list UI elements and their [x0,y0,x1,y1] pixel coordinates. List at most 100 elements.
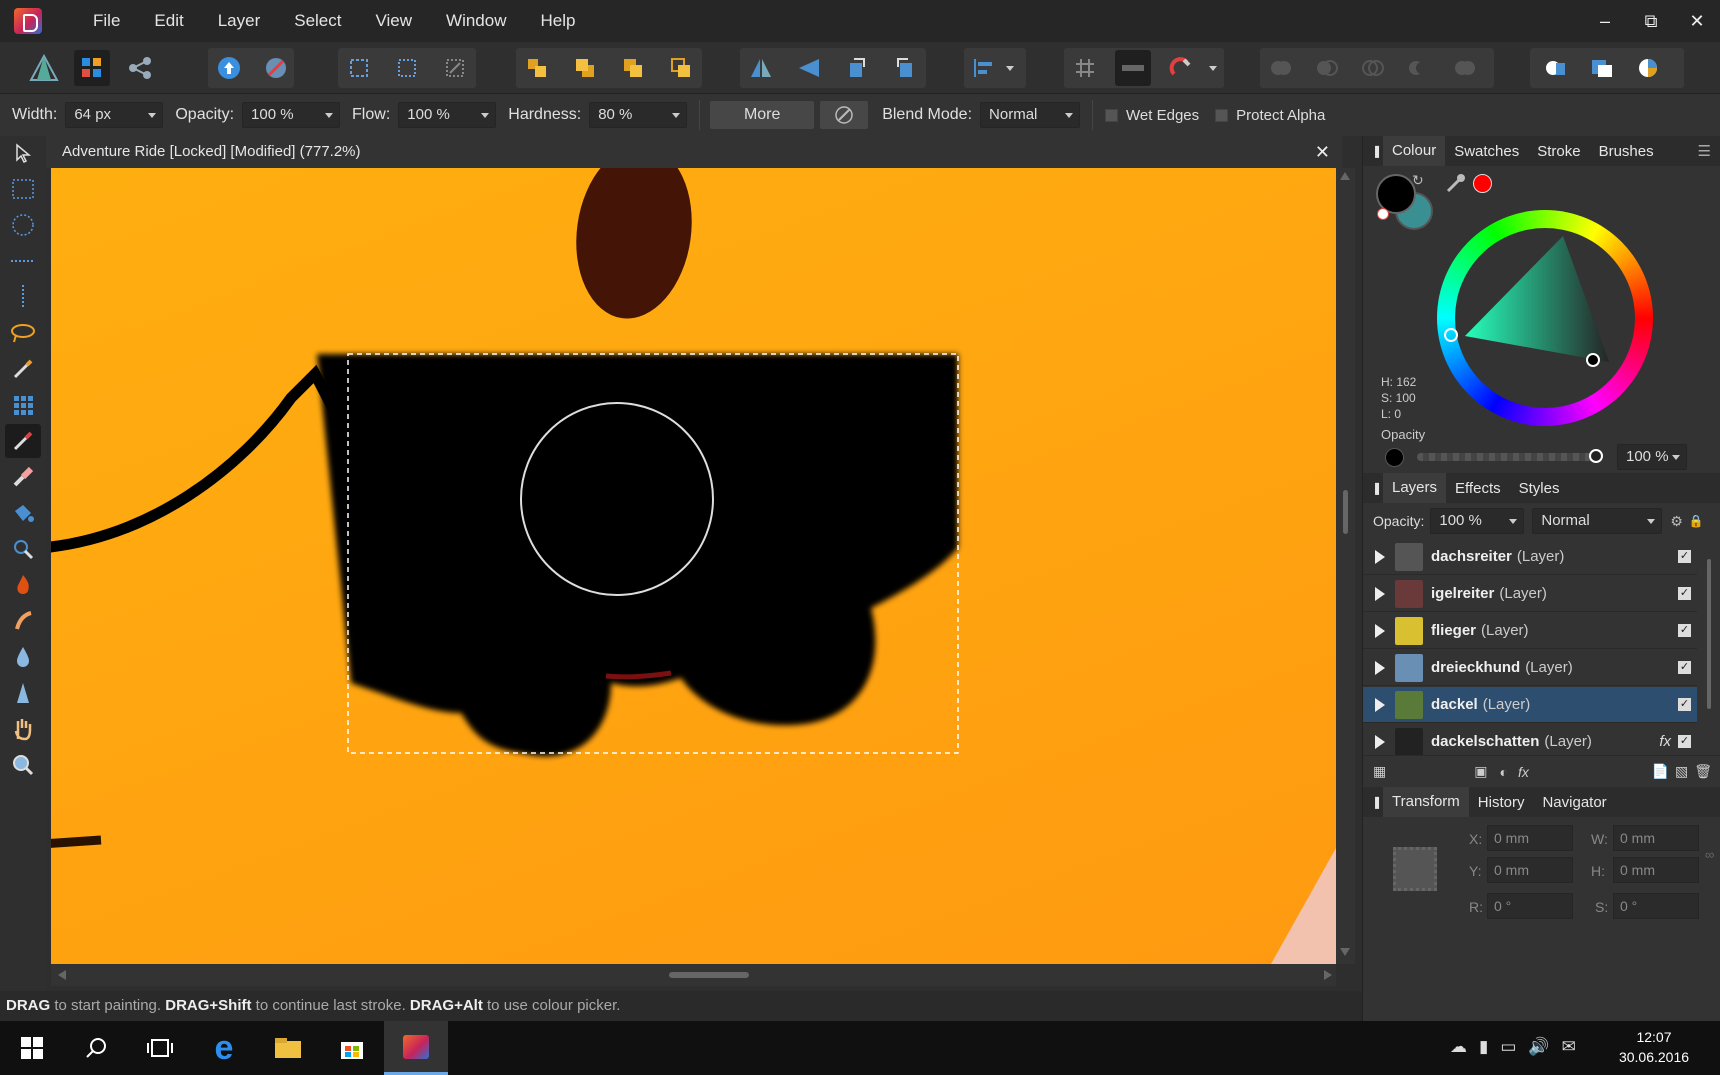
expand-icon[interactable] [1375,660,1385,675]
xor-icon[interactable] [1401,50,1437,86]
opacity-dropdown[interactable]: 100 % [242,102,341,128]
menu-select[interactable]: Select [277,0,358,42]
scroll-right-icon[interactable] [1324,970,1332,980]
colour-wheel[interactable] [1437,210,1653,426]
file-explorer-icon[interactable] [256,1021,320,1075]
tab-transform[interactable]: Transform [1383,787,1469,817]
opacity-slider[interactable] [1417,449,1603,463]
column-marquee-icon[interactable] [5,280,41,314]
layer-fx-icon[interactable]: fx [1518,764,1529,780]
rectangular-marquee-icon[interactable] [5,172,41,206]
search-icon[interactable] [64,1021,128,1075]
hardness-dropdown[interactable]: 80 % [589,102,688,128]
x-field[interactable]: 0 mm [1487,825,1573,851]
insert-top-icon[interactable] [1630,50,1666,86]
flip-horizontal-icon[interactable] [743,50,779,86]
brush-settings-button[interactable] [820,101,869,129]
baseline-grid-icon[interactable] [1115,50,1151,86]
photo-persona-icon[interactable] [26,50,62,86]
lock-icon[interactable]: 🔒 [1689,514,1704,528]
view-tool-icon[interactable] [5,712,41,746]
hue-handle[interactable] [1444,328,1458,342]
width-dropdown[interactable]: 64 px [65,102,164,128]
snapping-dropdown-icon[interactable] [1209,66,1217,71]
deselect-icon[interactable] [389,50,425,86]
colour-handle[interactable] [1586,353,1600,367]
layer-row-dackel[interactable]: dackel (Layer) ✓ [1363,687,1697,723]
divide-icon[interactable] [1447,50,1483,86]
export-persona-icon[interactable] [122,50,158,86]
anchor-selector-icon[interactable] [1393,847,1437,891]
new-layer-icon[interactable]: 📄 [1652,763,1669,780]
visibility-checkbox[interactable]: ✓ [1678,735,1691,748]
menu-help[interactable]: Help [524,0,593,42]
menu-layer[interactable]: Layer [201,0,278,42]
layers-scroll-thumb[interactable] [1707,559,1711,709]
expand-icon[interactable] [1375,586,1385,601]
clock[interactable]: 12:07 30.06.2016 [1612,1027,1696,1067]
smudge-brush-icon[interactable] [5,604,41,638]
layer-opacity-dropdown[interactable]: 100 % [1430,508,1525,534]
tab-layers[interactable]: Layers [1383,473,1447,503]
panel-grip-icon[interactable]: ❚❚ [1363,144,1392,158]
wet-edges-checkbox[interactable] [1105,108,1119,122]
pixel-persona-icon[interactable] [74,50,110,86]
power-icon[interactable]: ▮ [1479,1037,1488,1057]
tab-navigator[interactable]: Navigator [1533,794,1615,811]
store-icon[interactable] [320,1021,384,1075]
flip-vertical-icon[interactable] [791,50,827,86]
layer-blend-dropdown[interactable]: Normal [1532,508,1663,534]
close-document-icon[interactable]: ✕ [1315,136,1330,168]
fx-icon[interactable]: fx [1659,733,1671,750]
menu-edit[interactable]: Edit [137,0,200,42]
tab-brushes[interactable]: Brushes [1590,143,1663,160]
opacity-slider-handle[interactable] [1589,449,1603,463]
row-marquee-icon[interactable] [5,244,41,278]
insert-inside-icon[interactable] [1584,50,1620,86]
network-icon[interactable]: ▭ [1500,1037,1516,1057]
mask-layer-icon[interactable]: ▣ [1474,763,1487,780]
scroll-up-icon[interactable] [1340,172,1350,180]
layer-settings-icon[interactable]: ⚙ [1670,513,1683,530]
layer-stack-icon[interactable]: ▦ [1373,763,1386,780]
colour-opacity-field[interactable]: 100 % [1617,444,1687,470]
paint-brush-tool-icon[interactable] [5,424,41,458]
delete-layer-icon[interactable]: 🗑 [1694,763,1712,780]
upload-icon[interactable] [211,50,247,86]
close-icon[interactable]: ✕ [1674,0,1720,42]
move-to-front-icon[interactable] [663,50,699,86]
move-forward-one-icon[interactable] [615,50,651,86]
canvas[interactable] [51,168,1336,964]
move-back-one-icon[interactable] [567,50,603,86]
visibility-checkbox[interactable]: ✓ [1678,550,1691,563]
menu-view[interactable]: View [358,0,429,42]
panel-grip-icon[interactable]: ❚❚ [1363,481,1392,495]
align-icon[interactable] [967,50,1003,86]
selection-brush-icon[interactable] [5,352,41,386]
swap-colours-icon[interactable]: ↻ [1412,172,1424,189]
tab-effects[interactable]: Effects [1446,480,1510,497]
flow-dropdown[interactable]: 100 % [398,102,497,128]
vertical-scrollbar[interactable] [1336,168,1355,964]
align-dropdown-icon[interactable] [1006,66,1014,71]
layer-row-dreieckhund[interactable]: dreieckhund (Layer) ✓ [1363,650,1697,686]
tab-colour[interactable]: Colour [1383,136,1446,166]
more-button[interactable]: More [710,101,815,129]
no-colour-icon[interactable] [1377,208,1389,220]
tab-styles[interactable]: Styles [1510,480,1569,497]
scroll-left-icon[interactable] [58,970,66,980]
add-icon[interactable] [1263,50,1299,86]
visibility-checkbox[interactable]: ✓ [1678,587,1691,600]
panel-menu-icon[interactable]: ☰ [1689,142,1720,160]
rotate-right-icon[interactable] [887,50,923,86]
clone-brush-icon[interactable] [5,532,41,566]
layer-row-flieger[interactable]: flieger (Layer) ✓ [1363,613,1697,649]
move-tool-icon[interactable] [5,136,41,170]
no-sync-icon[interactable] [258,50,294,86]
erase-brush-icon[interactable] [5,460,41,494]
tab-history[interactable]: History [1469,794,1534,811]
minimize-icon[interactable]: – [1582,0,1628,42]
document-tab[interactable]: Adventure Ride [Locked] [Modified] (777.… [46,136,1342,168]
sharpen-brush-icon[interactable] [5,676,41,710]
tab-stroke[interactable]: Stroke [1528,143,1589,160]
